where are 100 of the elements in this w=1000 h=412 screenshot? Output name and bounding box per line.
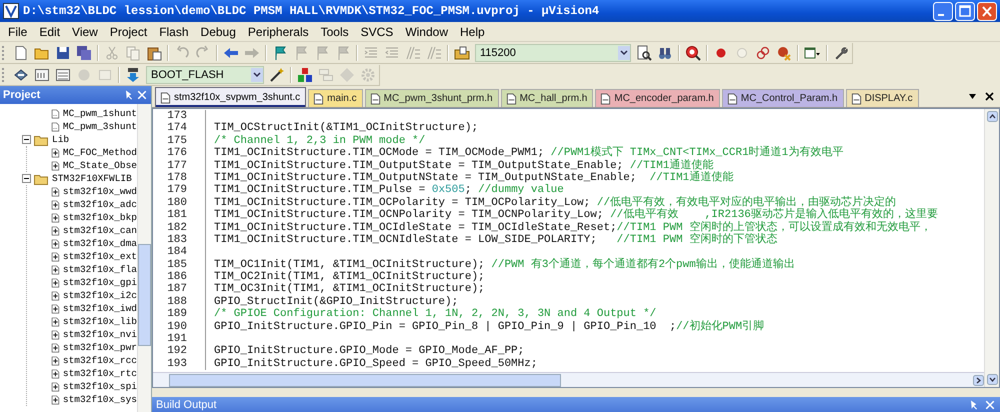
file-icon <box>313 92 324 104</box>
vertical-scrollbar[interactable] <box>984 109 999 387</box>
line-number: 193 <box>153 358 206 370</box>
file-name[interactable]: stm32f10x_nvi <box>62 329 137 340</box>
save-icon[interactable] <box>55 44 71 60</box>
line-number: 190 <box>153 320 206 334</box>
code-line: /* Channel 1, 2,3 in PWM mode */ <box>214 134 426 147</box>
file-name[interactable]: stm32f10x_wwd <box>62 186 137 197</box>
file-name[interactable]: stm32f10x_rcc <box>62 355 137 366</box>
components-icon[interactable] <box>297 66 313 82</box>
file-name[interactable]: stm32f10x_dma <box>62 238 137 249</box>
line-number: 175 <box>153 134 206 148</box>
file-name[interactable]: stm32f10x_ext <box>62 251 137 262</box>
file-name[interactable]: stm32f10x_i2c <box>62 290 137 301</box>
code-line: TIM_OC1Init(TIM1, &TIM1_OCInitStructure); //PWM 有3个通道，每个通道都有2个pwm输出，使能通道输出 <box>214 258 795 271</box>
editor-tab[interactable]: stm32f10x_svpwm_3shunt.c <box>155 87 306 107</box>
group-name[interactable]: STM32F10XFWLIB <box>52 173 132 184</box>
build-icon[interactable] <box>34 66 50 82</box>
line-number: 177 <box>153 160 206 172</box>
file-name[interactable]: MC_State_Obse <box>62 160 137 171</box>
menu-item[interactable]: Peripherals <box>242 24 315 40</box>
magic-wand-icon[interactable] <box>269 66 285 82</box>
line-number: 173 <box>153 110 206 122</box>
code-line: GPIO_InitStructure.GPIO_Pin = GPIO_Pin_8 | GPIO_Pin_9 | GPIO_Pin_10 ;//初始化PWM引脚 <box>214 320 764 334</box>
source-file-icon <box>51 198 60 210</box>
code-line: TIM1_OCInitStructure.TIM_OCMode = TIM_OCMode_PWM1; //PWM1模式下 TIMx_CNT<TIMx_CCR1时通道1为有效电平 <box>214 147 844 160</box>
file-icon <box>370 92 381 104</box>
window-layout-icon[interactable] <box>804 44 821 60</box>
file-name[interactable]: stm32f10x_lib <box>62 316 137 327</box>
file-name[interactable]: MC_pwm_1shunt <box>62 108 137 119</box>
dropdown-arrow-icon[interactable] <box>968 92 977 101</box>
line-number: 192 <box>153 345 206 358</box>
line-number: 185 <box>153 258 206 272</box>
source-file-icon <box>51 302 60 314</box>
file-name[interactable]: MC_pwm_3shunt <box>62 121 137 132</box>
menu-item[interactable]: File <box>2 24 34 40</box>
line-number: 183 <box>153 234 206 246</box>
rebuild-icon[interactable] <box>55 66 71 82</box>
save-all-icon[interactable] <box>76 44 92 60</box>
menu-item[interactable]: View <box>66 24 104 40</box>
editor-tab[interactable]: MC_hall_prm.h <box>500 89 594 107</box>
file-name[interactable]: MC_FOC_Method <box>62 147 137 158</box>
file-name[interactable]: stm32f10x_rtc <box>62 368 137 379</box>
menu-item[interactable]: Window <box>399 24 454 40</box>
panel-title: Project <box>3 89 42 101</box>
source-file-icon <box>51 354 60 366</box>
new-file-icon[interactable] <box>13 44 29 60</box>
source-file-icon <box>51 250 60 262</box>
editor-tab[interactable]: MC_encoder_param.h <box>595 89 720 107</box>
baud-rate-dropdown[interactable]: 115200 <box>475 44 631 62</box>
file-name[interactable]: stm32f10x_pwr <box>62 342 137 353</box>
file-name[interactable]: stm32f10x_gpi <box>62 277 137 288</box>
menu-item[interactable]: SVCS <box>354 24 400 40</box>
close-icon[interactable] <box>985 92 994 101</box>
load-arrow-icon[interactable] <box>125 66 141 82</box>
file-name[interactable]: stm32f10x_sys <box>62 394 137 405</box>
file-name[interactable]: stm32f10x_fla <box>62 264 137 275</box>
scroll-right-icon[interactable] <box>973 374 984 386</box>
source-file-icon <box>51 328 60 340</box>
code-line: TIM1_OCInitStructure.TIM_Pulse = 0x505; //dummy value <box>214 184 564 197</box>
editor-tab[interactable]: MC_Control_Param.h <box>722 89 844 107</box>
source-file-icon <box>51 160 60 172</box>
editor-tab[interactable]: DISPLAY.c <box>846 89 919 107</box>
file-name[interactable]: stm32f10x_can <box>62 225 137 236</box>
source-file-icon <box>51 342 60 354</box>
file-name[interactable]: stm32f10x_iwd <box>62 303 137 314</box>
collapse-icon[interactable] <box>22 174 31 183</box>
chain-icon[interactable] <box>755 44 771 60</box>
line-number: 174 <box>153 122 206 135</box>
wrench-icon[interactable] <box>833 44 849 60</box>
file-name[interactable]: stm32f10x_spi <box>62 381 137 392</box>
file-name[interactable]: stm32f10x_bkp <box>62 212 137 223</box>
file-name[interactable]: stm32f10x_adc <box>62 199 137 210</box>
editor-tab[interactable]: main.c <box>308 89 363 107</box>
line-number: 182 <box>153 222 206 234</box>
scroll-down-icon[interactable] <box>986 374 998 385</box>
group-name[interactable]: Lib <box>52 134 70 145</box>
document-icon <box>51 120 60 132</box>
menu-item[interactable]: Project <box>104 24 154 40</box>
find-icon[interactable] <box>636 44 652 60</box>
menu-item[interactable]: Help <box>454 24 491 40</box>
line-number: 179 <box>153 184 206 197</box>
translate-icon[interactable] <box>13 66 29 82</box>
target-dropdown[interactable]: BOOT_FLASH <box>146 66 264 84</box>
menu-item[interactable]: Tools <box>314 24 355 40</box>
horizontal-scrollbar[interactable] <box>153 372 984 387</box>
menu-item[interactable]: Edit <box>33 24 66 40</box>
menu-item[interactable]: Debug <box>194 24 242 40</box>
maximize-icon[interactable] <box>955 2 975 20</box>
scroll-up-icon[interactable] <box>986 111 998 122</box>
breakpoint-kill-icon[interactable] <box>776 44 792 60</box>
minimize-icon[interactable] <box>933 2 953 20</box>
editor-tab[interactable]: MC_pwm_3shunt_prm.h <box>364 89 499 107</box>
find-in-files-icon[interactable] <box>454 44 470 60</box>
paste-icon[interactable] <box>146 44 162 60</box>
menu-item[interactable]: Flash <box>153 24 195 40</box>
collapse-icon[interactable] <box>22 135 31 144</box>
debug-icon[interactable] <box>685 44 701 60</box>
vertical-scrollbar[interactable] <box>137 104 151 412</box>
source-file-icon <box>51 380 60 392</box>
